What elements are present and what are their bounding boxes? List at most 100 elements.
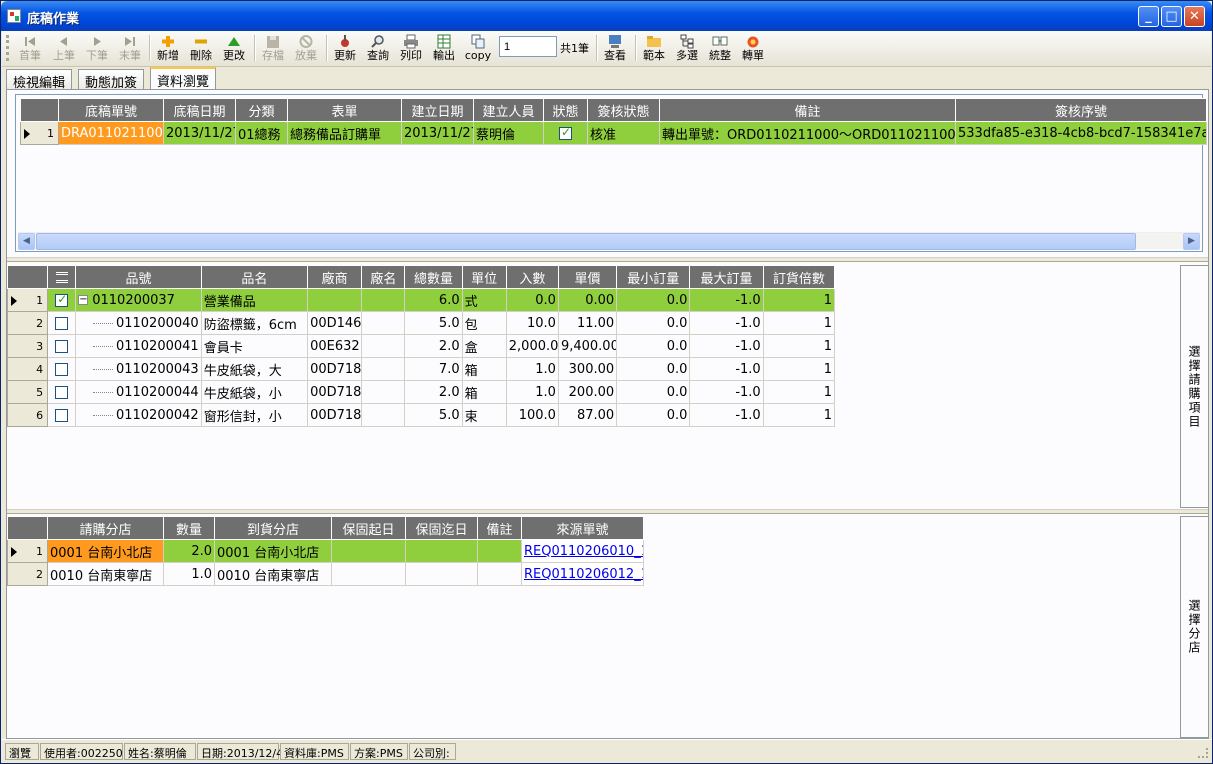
cell-source-number[interactable]: REQ0110206010_1: [521, 539, 644, 563]
col-creator[interactable]: 建立人員: [473, 98, 544, 122]
cell-unit[interactable]: 束: [461, 403, 507, 427]
status-checkbox[interactable]: [559, 125, 572, 140]
cell-pack-qty[interactable]: 0.0: [505, 288, 559, 312]
cell-qty[interactable]: 1.0: [163, 562, 215, 586]
col-status[interactable]: 狀態: [543, 98, 588, 122]
table-row[interactable]: 5 0110200044 牛皮紙袋，小 00D718 2.0 箱 1.0 200.00 0.0-…: [6, 380, 836, 404]
row-header[interactable]: 5: [6, 380, 49, 404]
transfer-button[interactable]: 轉單: [739, 33, 767, 65]
record-position-input[interactable]: [499, 36, 557, 57]
col-order-multiple[interactable]: 訂貨倍數: [762, 265, 836, 289]
query-button[interactable]: 查詢: [364, 33, 392, 65]
cell-unit[interactable]: 箱: [461, 357, 507, 381]
cell-source-number[interactable]: REQ0110206012_1: [521, 562, 644, 586]
source-number-link[interactable]: REQ0110206012_1: [524, 567, 643, 582]
cell-note[interactable]: 轉出單號：ORD0110211000～ORD0110211005: [659, 121, 956, 145]
tab-view-edit[interactable]: 檢視編輯: [6, 69, 73, 91]
cell-unit-price[interactable]: 200.00: [557, 380, 618, 404]
cell-warranty-start[interactable]: [331, 539, 406, 563]
multi-select-button[interactable]: 多選: [673, 33, 701, 65]
cell-vendor-name[interactable]: [361, 380, 406, 404]
col-total-qty[interactable]: 總數量: [404, 265, 463, 289]
cell-unit-price[interactable]: 87.00: [557, 403, 618, 427]
col-note[interactable]: 備註: [477, 516, 522, 540]
scroll-right-button[interactable]: ▶: [1183, 233, 1200, 250]
cell-item-name[interactable]: 防盜標籤，6cm: [200, 311, 309, 335]
cell-unit[interactable]: 式: [461, 288, 507, 312]
cell-unit-price[interactable]: 9,400.00: [557, 334, 618, 358]
title-bar[interactable]: 底稿作業 _ □ ✕: [1, 1, 1212, 31]
cell-item-code[interactable]: 0110200042: [75, 403, 202, 427]
cell-warranty-end[interactable]: [405, 539, 478, 563]
cell-item-name[interactable]: 會員卡: [200, 334, 309, 358]
col-item-name[interactable]: 品名: [200, 265, 309, 289]
cell-min-order[interactable]: 0.0: [616, 380, 691, 404]
cell-vendor-name[interactable]: [361, 357, 406, 381]
discard-button[interactable]: 放棄: [292, 33, 320, 65]
cell-total-qty[interactable]: 5.0: [404, 403, 463, 427]
cell-min-order[interactable]: 0.0: [616, 357, 691, 381]
col-min-order[interactable]: 最小訂量: [616, 265, 691, 289]
cell-max-order[interactable]: -1.0: [689, 334, 764, 358]
select-request-items-button[interactable]: 選擇請購項目: [1180, 265, 1209, 508]
scrollbar-thumb[interactable]: [36, 233, 1136, 250]
toolbar-grip[interactable]: [6, 35, 9, 61]
table-row[interactable]: 4 0110200043 牛皮紙袋，大 00D718 7.0 箱 1.0 300.00 0.0-…: [6, 357, 836, 381]
col-doc-date[interactable]: 底稿日期: [163, 98, 236, 122]
cell-category[interactable]: 01總務: [235, 121, 288, 145]
collapse-icon[interactable]: −: [78, 295, 89, 305]
cell-item-code[interactable]: −0110200037: [75, 288, 202, 312]
table-row[interactable]: 6 0110200042 窗形信封，小 00D718 5.0 束 100.0 87.00 0.0…: [6, 403, 836, 427]
view-button[interactable]: 查看: [601, 33, 629, 65]
refresh-button[interactable]: 更新: [331, 33, 359, 65]
cell-item-code[interactable]: 0110200041: [75, 334, 202, 358]
horizontal-scrollbar[interactable]: ◀ ▶: [18, 232, 1200, 250]
cell-order-multiple[interactable]: 1: [762, 403, 836, 427]
col-item-code[interactable]: 品號: [75, 265, 202, 289]
row-checkbox[interactable]: [55, 408, 69, 422]
template-button[interactable]: 範本: [640, 33, 668, 65]
col-form[interactable]: 表單: [287, 98, 402, 122]
cell-min-order[interactable]: 0.0: [616, 334, 691, 358]
tab-data-browse[interactable]: 資料瀏覽: [150, 67, 217, 90]
copy-button[interactable]: copy: [463, 33, 493, 65]
row-checkbox[interactable]: [55, 362, 69, 376]
cell-order-multiple[interactable]: 1: [762, 357, 836, 381]
col-source-number[interactable]: 來源單號: [521, 516, 644, 540]
cell-item-code[interactable]: 0110200044: [75, 380, 202, 404]
cell-max-order[interactable]: -1.0: [689, 403, 764, 427]
cell-created-date[interactable]: 2013/11/27: [401, 121, 474, 145]
row-header[interactable]: 2: [6, 311, 49, 335]
splitter[interactable]: [7, 257, 1208, 262]
col-pack-qty[interactable]: 入數: [505, 265, 559, 289]
cell-doc-date[interactable]: 2013/11/27: [163, 121, 236, 145]
row-header[interactable]: 1: [20, 121, 59, 145]
cell-unit-price[interactable]: 300.00: [557, 357, 618, 381]
cell-order-multiple[interactable]: 1: [762, 288, 836, 312]
col-approval-status[interactable]: 簽核狀態: [587, 98, 660, 122]
save-button[interactable]: 存檔: [259, 33, 287, 65]
cell-pack-qty[interactable]: 1.0: [505, 380, 559, 404]
cell-pack-qty[interactable]: 100.0: [505, 403, 559, 427]
export-button[interactable]: 輸出: [430, 33, 458, 65]
maximize-button[interactable]: □: [1161, 6, 1182, 27]
prev-record-button[interactable]: 上筆: [50, 33, 78, 65]
row-header[interactable]: 6: [6, 403, 49, 427]
cell-vendor[interactable]: 00D718: [307, 403, 363, 427]
delete-button[interactable]: 刪除: [187, 33, 215, 65]
tab-dynamic-sign[interactable]: 動態加簽: [78, 69, 145, 91]
cell-total-qty[interactable]: 2.0: [404, 380, 463, 404]
col-warranty-start[interactable]: 保固起日: [331, 516, 406, 540]
col-request-store[interactable]: 請購分店: [47, 516, 164, 540]
first-record-button[interactable]: 首筆: [16, 33, 44, 65]
cell-pack-qty[interactable]: 1.0: [505, 357, 559, 381]
cell-min-order[interactable]: 0.0: [616, 311, 691, 335]
row-checkbox[interactable]: [55, 385, 69, 399]
cell-max-order[interactable]: -1.0: [689, 311, 764, 335]
cell-item-name[interactable]: 牛皮紙袋，小: [200, 380, 309, 404]
cell-approval-status[interactable]: 核准: [587, 121, 660, 145]
tidy-button[interactable]: 統整: [706, 33, 734, 65]
source-number-link[interactable]: REQ0110206010_1: [524, 544, 643, 559]
select-stores-button[interactable]: 選擇分店: [1180, 516, 1209, 738]
cell-request-store[interactable]: 0001 台南小北店: [47, 539, 164, 563]
